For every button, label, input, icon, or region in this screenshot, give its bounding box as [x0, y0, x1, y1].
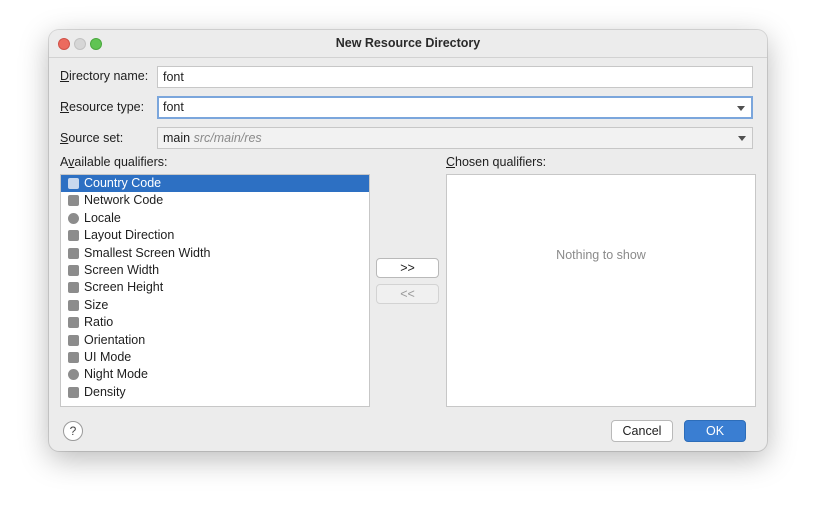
country-code-icon	[68, 178, 79, 189]
size-icon	[68, 299, 79, 311]
directory-name-field[interactable]: font	[157, 66, 753, 88]
qualifier-label: Network Code	[84, 193, 164, 208]
list-item[interactable]: Night Mode	[61, 366, 369, 383]
density-icon	[68, 386, 79, 398]
chevron-down-icon	[737, 106, 745, 111]
chevron-down-icon	[738, 136, 746, 141]
qualifier-label: Night Mode	[84, 367, 148, 382]
ratio-icon	[68, 317, 79, 329]
help-button[interactable]: ?	[63, 421, 83, 441]
qualifier-label: Screen Width	[84, 262, 160, 277]
qualifier-label: Ratio	[84, 315, 114, 330]
add-qualifier-button[interactable]: >>	[376, 258, 439, 278]
remove-qualifier-button[interactable]: <<	[376, 284, 439, 304]
network-code-icon	[68, 195, 79, 207]
list-item[interactable]: Country Code	[61, 175, 369, 193]
list-item[interactable]: Network Code	[61, 192, 369, 209]
list-item[interactable]: Locale	[61, 210, 369, 227]
orientation-icon	[68, 334, 79, 346]
list-item[interactable]: Orientation	[61, 332, 369, 349]
night-mode-icon	[68, 369, 79, 381]
dialog-title: New Resource Directory	[335, 36, 481, 50]
qualifier-label: Density	[84, 384, 126, 399]
chosen-qualifiers-list[interactable]: Nothing to show	[446, 174, 756, 407]
list-item[interactable]: Density	[61, 384, 369, 401]
source-set-label: Source set:	[60, 131, 124, 145]
qualifier-label: Layout Direction	[84, 228, 175, 243]
list-item[interactable]: UI Mode	[61, 349, 369, 366]
chosen-qualifiers-label: Chosen qualifiers:	[446, 155, 547, 169]
qualifier-label: Size	[84, 297, 109, 312]
title-bar: New Resource Directory	[49, 30, 767, 58]
qualifier-label: Country Code	[84, 176, 162, 190]
layout-direction-icon	[68, 230, 79, 242]
new-resource-directory-dialog: New Resource Directory Directory name: f…	[49, 30, 767, 451]
cancel-button[interactable]: Cancel	[611, 420, 673, 442]
qualifier-label: Screen Height	[84, 280, 164, 295]
qualifier-label: Smallest Screen Width	[84, 245, 211, 260]
resource-type-label: Resource type:	[60, 100, 145, 114]
directory-name-label: Directory name:	[60, 69, 149, 83]
screen-width-icon	[68, 264, 79, 276]
source-set-dropdown[interactable]: main src/main/res	[157, 127, 753, 149]
globe-icon	[68, 212, 79, 224]
available-qualifiers-label: Available qualifiers:	[60, 155, 168, 169]
list-item[interactable]: Screen Height	[61, 279, 369, 296]
available-qualifiers-list[interactable]: Country Code Network Code Locale Layout Dir…	[60, 174, 370, 407]
smallest-width-icon	[68, 247, 79, 259]
screen-height-icon	[68, 282, 79, 294]
resource-type-dropdown[interactable]: font	[157, 96, 753, 119]
list-item[interactable]: Size	[61, 297, 369, 314]
list-item[interactable]: Layout Direction	[61, 227, 369, 244]
qualifier-label: Locale	[84, 210, 121, 225]
ui-mode-icon	[68, 351, 79, 363]
empty-state-text: Nothing to show	[556, 248, 646, 262]
ok-button[interactable]: OK	[684, 420, 746, 442]
qualifier-label: Orientation	[84, 332, 146, 347]
list-item[interactable]: Smallest Screen Width	[61, 245, 369, 262]
list-item[interactable]: Ratio	[61, 314, 369, 331]
list-item[interactable]: Screen Width	[61, 262, 369, 279]
qualifier-label: UI Mode	[84, 349, 132, 364]
